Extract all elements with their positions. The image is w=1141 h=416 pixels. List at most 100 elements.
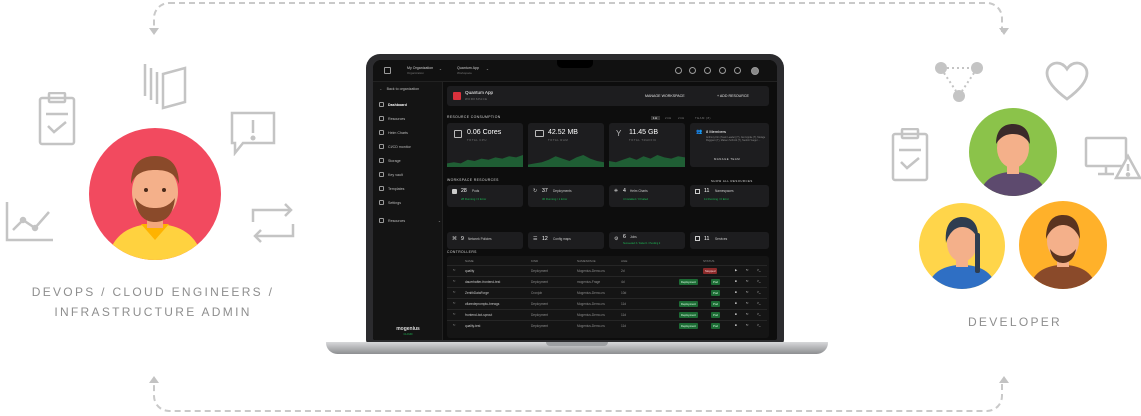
metric-card-traffic: 11.45 GB TOTAL TRAFFIC Y (609, 123, 685, 167)
metric-label: TOTAL CPU (467, 138, 487, 142)
restart-icon[interactable]: ↻ (746, 312, 749, 316)
stop-icon[interactable]: ■ (735, 301, 737, 305)
row-age: 11d (621, 313, 627, 317)
status-badge: Pod (711, 323, 720, 329)
resource-card-namespaces[interactable]: 11 Namespaces 11 Running / 0 Error (690, 185, 769, 207)
sidebar-item-cicd-monitor[interactable]: CI/CD monitor (379, 144, 411, 149)
terminal-icon[interactable]: >_ (757, 301, 761, 305)
history-icon[interactable] (675, 67, 682, 74)
stop-icon[interactable]: ■ (735, 323, 737, 327)
services-icon (695, 236, 700, 241)
time-tab-24h-alt[interactable]: 24H (678, 116, 685, 120)
time-tab-team[interactable]: TEAM (8) (695, 116, 711, 120)
status-badge: Pod (711, 279, 720, 285)
sidebar-item-helm-charts[interactable]: Helm Charts (379, 130, 408, 135)
bell-icon[interactable] (704, 67, 711, 74)
stacked-cards-icon (143, 60, 187, 110)
show-all-resources-link[interactable]: SHOW ALL RESOURCES (711, 179, 753, 183)
col-header-age: AGE (621, 259, 628, 263)
time-tab-1h[interactable]: 1H (651, 116, 660, 120)
sidebar-item-resources[interactable]: Resources (379, 116, 405, 121)
manage-team-button[interactable]: MANAGE TEAM (714, 157, 740, 161)
grid-icon (379, 218, 384, 223)
help-icon[interactable] (719, 67, 726, 74)
resource-card-services[interactable]: 11 Services (690, 232, 769, 249)
back-to-organization-link[interactable]: ← Back to organization (379, 87, 419, 91)
alert-message-icon (229, 110, 277, 156)
project-selector[interactable]: Quantum App (457, 66, 479, 70)
chevron-down-icon[interactable]: ⌄ (486, 67, 489, 71)
sidebar-item-storage[interactable]: Storage (379, 158, 401, 163)
row-kind: Deployment (531, 313, 549, 317)
gear-icon (379, 200, 384, 205)
menu-icon[interactable] (384, 67, 391, 74)
restart-icon[interactable]: ↻ (746, 279, 749, 283)
table-row[interactable]: ↻ cflaredepromptu-brewgs Deployment Moge… (447, 299, 769, 309)
refresh-icon: ↻ (533, 188, 538, 194)
row-refresh-icon: ↻ (453, 268, 456, 272)
avatar[interactable] (751, 67, 759, 75)
list-icon: ☰ (533, 236, 538, 242)
terminal-icon[interactable]: >_ (757, 268, 761, 272)
table-row[interactable]: ↻ ZenithDataForge Cronjob Mogenius-Demo-… (447, 288, 769, 298)
sidebar-item-templates[interactable]: Templates (379, 186, 404, 191)
table-row[interactable]: ↻ frontend-bot-sprout Deployment Mogeniu… (447, 310, 769, 320)
resource-card-config-maps[interactable]: ☰ 12 Config maps (528, 232, 604, 249)
restart-icon[interactable]: ↻ (746, 323, 749, 327)
stop-icon[interactable]: ■ (735, 290, 737, 294)
sidebar-item-settings[interactable]: Settings (379, 200, 401, 205)
terminal-icon[interactable]: >_ (757, 279, 761, 283)
row-name: quality (465, 269, 475, 273)
sidebar-item-dashboard[interactable]: Dashboard (379, 102, 407, 107)
table-row[interactable]: ↻ quality-test Deployment Mogenius-Demo-… (447, 321, 769, 331)
terminal-icon[interactable]: >_ (757, 323, 761, 327)
metric-value: 42.52 MB (548, 129, 578, 136)
sidebar-item-key-vault[interactable]: Key vault (379, 172, 403, 177)
play-icon[interactable]: ▶ (735, 268, 737, 272)
resource-card-pods[interactable]: 28 Pods 28 Running / 0 Error (447, 185, 523, 207)
terminal-icon[interactable]: >_ (757, 312, 761, 316)
workspace-header: Quantum App WORKSPACE MANAGE WORKSPACE +… (447, 86, 769, 106)
tools-icon[interactable] (689, 67, 696, 74)
resource-count: 11 (704, 188, 710, 194)
sidebar-item-resources-group[interactable]: Resources ⌄ (379, 218, 441, 223)
terminal-icon[interactable]: >_ (757, 290, 761, 294)
resource-name: Config maps (553, 237, 571, 241)
namespace-icon (695, 189, 700, 194)
sidebar-item-label: Dashboard (388, 102, 407, 107)
resource-card-jobs[interactable]: ⚙ 6 Jobs Succeeded 3 / Failed 1 / Pendin… (609, 232, 685, 249)
restart-icon[interactable]: ↻ (746, 268, 749, 272)
row-age: 11d (621, 302, 627, 306)
helm-icon: ⎈ (614, 188, 619, 194)
status-badge: Pod (711, 301, 720, 307)
sun-icon[interactable] (734, 67, 741, 74)
table-row[interactable]: ↻ quality Deployment Mogenius-Demo-ns 2d… (447, 266, 769, 276)
row-kind: Deployment (531, 269, 549, 273)
add-resource-button[interactable]: + ADD RESOURCE (717, 94, 749, 98)
status-badge: Deployment (679, 301, 698, 307)
chevron-down-icon[interactable]: ⌄ (439, 67, 442, 71)
restart-icon[interactable]: ↻ (746, 301, 749, 305)
resource-card-deployments[interactable]: ↻ 37 Deployments 36 Running / 1 Error (528, 185, 604, 207)
row-namespace: Mogenius-Demo-ns (577, 269, 605, 273)
resource-name: Services (715, 237, 728, 241)
restart-icon[interactable]: ↻ (746, 290, 749, 294)
stop-icon[interactable]: ■ (735, 312, 737, 316)
laptop-lip (546, 342, 608, 346)
resource-card-network-policies[interactable]: ⌘ 9 Network Policies (447, 232, 523, 249)
row-age: 2d (621, 269, 625, 273)
resource-card-helm-charts[interactable]: ⎈ 4 Helm Charts 4 Installed / 0 Failed (609, 185, 685, 207)
org-selector[interactable]: My Organization (407, 66, 433, 70)
org-sub: Organization (407, 71, 425, 75)
sparkline-area (528, 155, 604, 167)
row-namespace: Mogenius-Demo-ns (577, 324, 605, 328)
status-badge: Deployment (679, 279, 698, 285)
table-row[interactable]: ↻ dauerhafter-frontend-test Deployment m… (447, 277, 769, 287)
row-kind: Deployment (531, 324, 549, 328)
manage-workspace-button[interactable]: MANAGE WORKSPACE (645, 94, 685, 98)
time-tab-24h[interactable]: 24H (665, 116, 672, 120)
row-namespace: Mogenius-Demo-ns (577, 302, 605, 306)
resource-detail: 36 Running / 1 Error (542, 197, 568, 201)
resource-count: 37 (542, 188, 548, 194)
stop-icon[interactable]: ■ (735, 279, 737, 283)
